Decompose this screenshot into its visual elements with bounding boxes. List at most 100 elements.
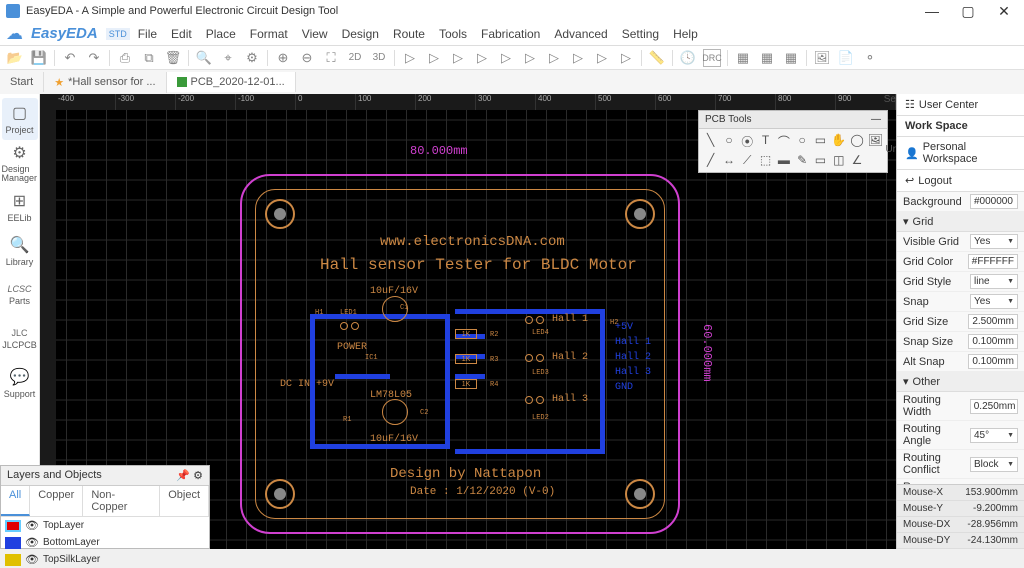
silk-date[interactable]: Date : 1/12/2020 (V-0) — [410, 486, 555, 498]
route-icon-10[interactable]: ▷ — [617, 49, 635, 67]
via-tool-icon[interactable]: ⦿ — [740, 133, 755, 150]
silk-hall2[interactable]: Hall 2 — [552, 352, 588, 363]
alt-snap-input[interactable]: 0.100mm — [968, 354, 1018, 369]
mounting-hole-tr[interactable] — [625, 199, 655, 229]
rect2-tool-icon[interactable]: ▭ — [813, 153, 828, 168]
menu-format[interactable]: Format — [250, 27, 288, 41]
eye-icon[interactable]: 👁 — [25, 519, 39, 532]
search-icon[interactable]: 🔍 — [195, 49, 213, 67]
move-tool-icon[interactable]: ✋ — [831, 133, 846, 150]
resistor-r2[interactable]: 1K — [455, 329, 477, 339]
layer-topsilk[interactable]: 👁TopSilkLayer — [1, 551, 209, 568]
rp-other-section[interactable]: ▾Other — [897, 372, 1024, 392]
export-icon[interactable]: ▦ — [782, 49, 800, 67]
gear-icon[interactable]: ⚙ — [193, 470, 203, 482]
teardrop-icon[interactable]: 🕓 — [679, 49, 697, 67]
lt-library[interactable]: 🔍Library — [2, 230, 38, 272]
rp-grid-section[interactable]: ▾Grid — [897, 212, 1024, 232]
cap-c1[interactable] — [382, 296, 408, 322]
eye-icon[interactable]: 👁 — [25, 553, 39, 566]
menu-help[interactable]: Help — [673, 27, 698, 41]
silk-hall3[interactable]: Hall 3 — [552, 394, 588, 405]
route-icon-3[interactable]: ▷ — [449, 49, 467, 67]
connect-tool-icon[interactable]: ⟋ — [740, 153, 755, 168]
2d-button[interactable]: 2D — [346, 49, 364, 67]
tab-start[interactable]: Start — [0, 72, 44, 92]
open-icon[interactable]: 📂 — [6, 49, 24, 67]
save-icon[interactable]: 💾 — [30, 49, 48, 67]
group-tool-icon[interactable]: ◫ — [831, 153, 846, 168]
rp-bg-input[interactable]: #000000 — [970, 194, 1018, 209]
menu-setting[interactable]: Setting — [622, 27, 659, 41]
trash-icon[interactable]: 🗑 — [164, 49, 182, 67]
silk-cap-bot[interactable]: 10uF/16V — [370, 434, 418, 445]
rp-user-center[interactable]: ☷User Center — [897, 94, 1024, 116]
protractor-tool-icon[interactable]: ∠ — [849, 153, 864, 168]
rp-logout[interactable]: ↩Logout — [897, 170, 1024, 192]
silk-power[interactable]: POWER — [337, 342, 367, 353]
silk-hall1[interactable]: Hall 1 — [552, 314, 588, 325]
undo-icon[interactable]: ↶ — [61, 49, 79, 67]
maximize-button[interactable]: ▢ — [954, 3, 982, 20]
rp-personal-workspace[interactable]: 👤Personal Workspace — [897, 137, 1024, 170]
routing-angle-select[interactable]: 45°▼ — [970, 428, 1018, 443]
target-icon[interactable]: ⌖ — [219, 49, 237, 67]
layers-panel[interactable]: Layers and Objects 📌 ⚙ All Copper Non-Co… — [0, 465, 210, 549]
rp-workspace[interactable]: Work Space — [897, 116, 1024, 137]
text-tool-icon[interactable]: T — [758, 133, 773, 150]
gerber-icon[interactable]: ▦ — [758, 49, 776, 67]
menu-file[interactable]: File — [138, 27, 157, 41]
route-icon-4[interactable]: ▷ — [473, 49, 491, 67]
redo-icon[interactable]: ↷ — [85, 49, 103, 67]
pcb-board[interactable]: www.electronicsDNA.com Hall sensor Teste… — [240, 174, 680, 534]
zoom-in-icon[interactable]: ⊕ — [274, 49, 292, 67]
line-tool-icon[interactable]: ╱ — [703, 153, 718, 168]
lt-project[interactable]: ▢Project — [2, 98, 38, 140]
resistor-r4[interactable]: 1K — [455, 379, 477, 389]
snap-size-input[interactable]: 0.100mm — [968, 334, 1018, 349]
circle-tool-icon[interactable]: ○ — [795, 133, 810, 150]
layers-tab-object[interactable]: Object — [160, 486, 209, 516]
silk-designer[interactable]: Design by Nattapon — [390, 466, 541, 482]
layer-bottom[interactable]: 👁BottomLayer — [1, 534, 209, 551]
route-icon-8[interactable]: ▷ — [569, 49, 587, 67]
mounting-hole-tl[interactable] — [265, 199, 295, 229]
grid-style-select[interactable]: line▼ — [970, 274, 1018, 289]
rect-tool-icon[interactable]: ▭ — [813, 133, 828, 150]
menu-view[interactable]: View — [302, 27, 328, 41]
lt-eelib[interactable]: ⊞EELib — [2, 186, 38, 228]
visible-grid-select[interactable]: Yes▼ — [970, 234, 1018, 249]
mounting-hole-br[interactable] — [625, 479, 655, 509]
menu-advanced[interactable]: Advanced — [554, 27, 607, 41]
route-icon[interactable]: ▷ — [401, 49, 419, 67]
grid-color-input[interactable]: #FFFFFF — [968, 254, 1018, 269]
lt-support[interactable]: 💬Support — [2, 362, 38, 404]
hall3-pads[interactable] — [525, 396, 544, 404]
route-all-icon[interactable]: ▷ — [425, 49, 443, 67]
menu-design[interactable]: Design — [342, 27, 379, 41]
pdf-icon[interactable]: 📄 — [837, 49, 855, 67]
image-tool-icon[interactable]: 🖼 — [868, 133, 883, 150]
menu-edit[interactable]: Edit — [171, 27, 192, 41]
cap-c2[interactable] — [382, 399, 408, 425]
route-icon-6[interactable]: ▷ — [521, 49, 539, 67]
fit-icon[interactable]: ⛶ — [322, 49, 340, 67]
menu-fabrication[interactable]: Fabrication — [481, 27, 540, 41]
pin-icon[interactable]: 📌 — [176, 470, 190, 482]
image-icon[interactable]: 🖼 — [813, 49, 831, 67]
silk-url[interactable]: www.electronicsDNA.com — [380, 234, 565, 250]
silk-dcin[interactable]: DC IN +9V — [280, 379, 334, 390]
layers-tab-copper[interactable]: Copper — [30, 486, 83, 516]
hall2-pads[interactable] — [525, 354, 544, 362]
resistor-r3[interactable]: 1K — [455, 354, 477, 364]
routing-width-input[interactable]: 0.250mm — [970, 399, 1018, 414]
print-icon[interactable]: ⎙ — [116, 49, 134, 67]
pcb-tools-panel[interactable]: PCB Tools— ╲ ○ ⦿ T ⌒ ○ ▭ ✋ ◯ 🖼 ╱ ↔ ⟋ ⬚ ▬… — [698, 110, 888, 173]
grid-size-input[interactable]: 2.500mm — [968, 314, 1018, 329]
tab-pcb[interactable]: PCB_2020-12-01... — [167, 72, 296, 92]
layers-tab-noncopper[interactable]: Non-Copper — [83, 486, 160, 516]
route-icon-9[interactable]: ▷ — [593, 49, 611, 67]
led1-pads[interactable] — [340, 322, 359, 330]
lt-design-manager[interactable]: ⚙Design Manager — [2, 142, 38, 184]
bom-icon[interactable]: ▦ — [734, 49, 752, 67]
